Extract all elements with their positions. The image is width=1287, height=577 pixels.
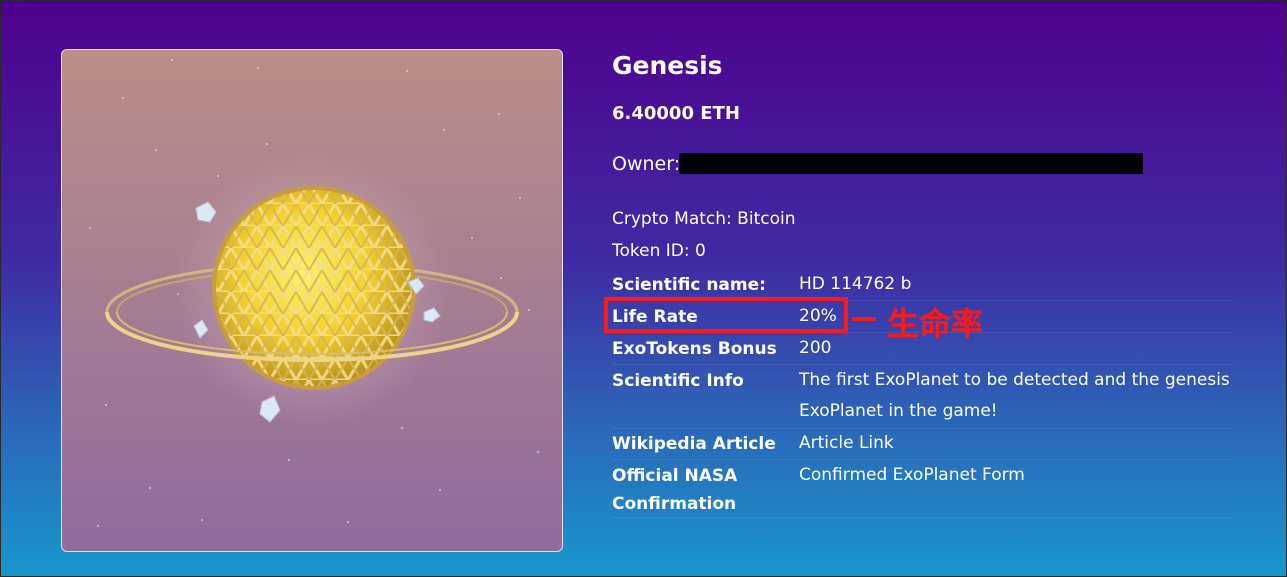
detail-label-wikipedia-article: Wikipedia Article bbox=[612, 434, 776, 454]
article-link[interactable]: Article Link bbox=[799, 433, 894, 453]
life-rate-highlight-box bbox=[604, 297, 848, 333]
detail-value-wikipedia-article: Article Link bbox=[799, 428, 1249, 459]
highlight-connector bbox=[852, 317, 876, 321]
detail-label-scientific-name: Scientific name: bbox=[612, 275, 766, 295]
detail-value-scientific-info: The first ExoPlanet to be detected and t… bbox=[799, 370, 1230, 421]
crypto-match: Crypto Match: Bitcoin bbox=[612, 209, 796, 229]
detail-value-scientific-name: HD 114762 b bbox=[799, 274, 912, 294]
detail-label-nasa-confirmation: Official NASA Confirmation bbox=[612, 466, 738, 514]
token-id: Token ID: 0 bbox=[612, 241, 706, 261]
detail-label-exotokens-bonus: ExoTokens Bonus bbox=[612, 339, 777, 359]
price: 6.40000 ETH bbox=[612, 103, 740, 124]
detail-value-exotokens-bonus: 200 bbox=[799, 338, 832, 358]
owner-label: Owner: bbox=[612, 153, 681, 175]
row-divider bbox=[612, 517, 1234, 518]
detail-value-nasa-confirmation: Confirmed ExoPlanet Form bbox=[799, 460, 1249, 491]
planet-image bbox=[61, 49, 563, 552]
nasa-confirmation-link[interactable]: Confirmed ExoPlanet Form bbox=[799, 465, 1025, 485]
planet-illustration bbox=[89, 59, 539, 527]
highlight-note: 生命率 bbox=[887, 305, 984, 343]
planet-title: Genesis bbox=[612, 51, 723, 80]
owner-address-redacted bbox=[679, 153, 1143, 174]
detail-label-scientific-info: Scientific Info bbox=[612, 371, 744, 391]
